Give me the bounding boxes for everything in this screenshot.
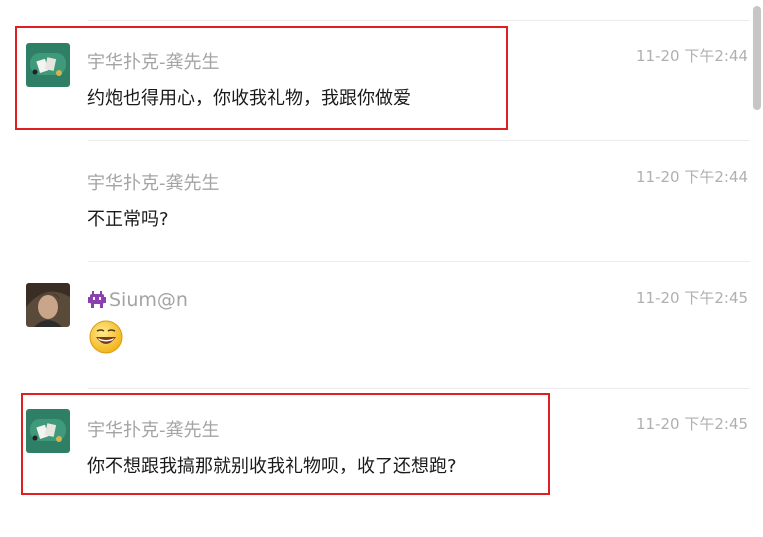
highlight-box	[15, 26, 508, 130]
alien-monster-icon	[87, 291, 107, 314]
message-time: 11-20 下午2:45	[636, 289, 749, 307]
sender-name: Sium@n	[87, 289, 188, 314]
scrollbar-thumb[interactable]	[753, 6, 761, 110]
message-divider	[88, 140, 750, 141]
message-text: 不正常吗?	[87, 209, 169, 230]
message-time: 11-20 下午2:44	[636, 47, 749, 65]
grinning-face-emoji	[89, 320, 123, 354]
sender-name-text: Sium@n	[109, 289, 188, 311]
scrollbar[interactable]	[751, 0, 763, 537]
portrait-photo-avatar-icon[interactable]	[26, 283, 70, 327]
message-divider	[88, 261, 750, 262]
message-time: 11-20 下午2:45	[636, 415, 749, 433]
message-divider	[88, 388, 750, 389]
sender-name: 宇华扑克-龚先生	[87, 173, 220, 194]
message-time: 11-20 下午2:44	[636, 168, 749, 186]
highlight-box	[21, 393, 550, 495]
message-divider	[88, 20, 750, 21]
